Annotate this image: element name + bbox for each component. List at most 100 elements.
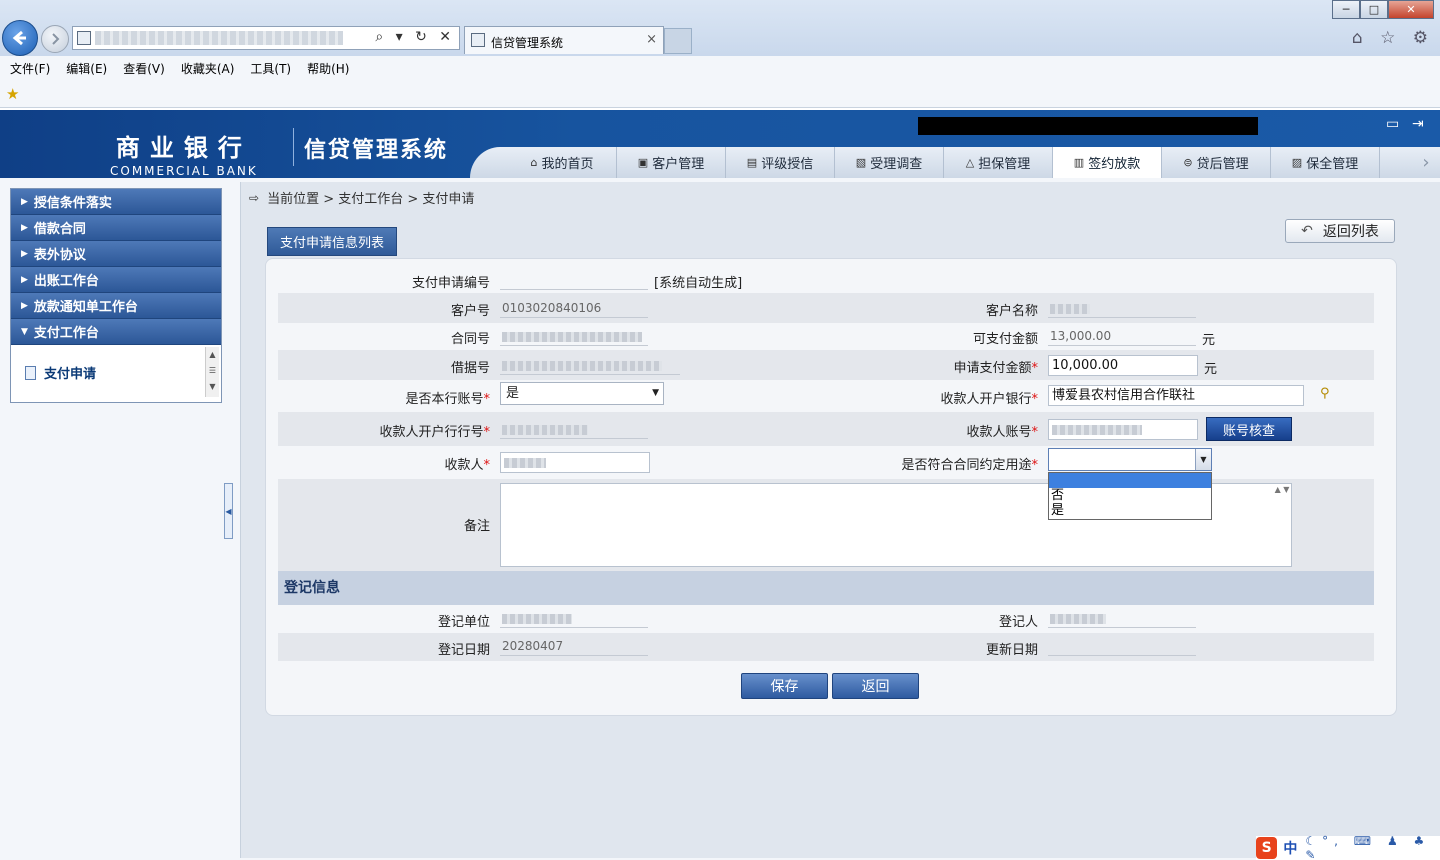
payee-bank-input[interactable]: 博爱县农村信用合作联社	[1048, 385, 1304, 406]
dropdown-option-no[interactable]: 否	[1049, 488, 1211, 503]
payee-account-label-text: 收款人账号	[966, 425, 1032, 440]
nav-signing-loan[interactable]: ▥ 签约放款	[1053, 147, 1162, 178]
payment-list-tab[interactable]: 支付申请信息列表	[267, 227, 398, 256]
menu-edit[interactable]: 编辑(E)	[66, 60, 107, 77]
sidebar-item-label: 支付工作台	[33, 326, 99, 341]
loan-no-value	[500, 355, 680, 375]
payment-form: 支付申请编号 [系统自动生成] 客户号 0103020840106 客户名称 合…	[265, 258, 1397, 716]
monitor-icon[interactable]: ▭	[1386, 116, 1399, 132]
maximize-button[interactable]: □	[1360, 0, 1388, 19]
back-to-list-button[interactable]: ↶ 返回列表	[1285, 219, 1395, 243]
required-mark: *	[1031, 458, 1039, 473]
redacted-text	[502, 331, 642, 342]
form-row-payee: 收款人* 是否符合合同约定用途* ▼ 否 是	[278, 446, 1374, 520]
address-tools[interactable]: ⌕ ▾ ↻ ✕	[375, 29, 455, 45]
required-mark: *	[1031, 392, 1039, 407]
payee-bank-code-label-text: 收款人开户行行号	[379, 425, 484, 440]
address-bar[interactable]: ⌕ ▾ ↻ ✕	[72, 26, 460, 50]
address-url-redacted	[95, 31, 343, 45]
form-row-loan: 借据号 申请支付金额* 10,000.00 元	[278, 350, 1374, 380]
nav-label: 评级授信	[761, 157, 814, 172]
customer-icon: ▣	[637, 156, 649, 169]
payee-account-input[interactable]	[1048, 419, 1198, 440]
browser-tab[interactable]: 信贷管理系统 ×	[464, 26, 664, 54]
own-bank-account-select[interactable]: 是 ▼	[500, 382, 664, 405]
menu-help[interactable]: 帮助(H)	[307, 60, 349, 77]
post-loan-icon: ⊜	[1183, 156, 1193, 169]
nav-home[interactable]: ⌂ 我的首页	[508, 147, 617, 178]
payable-amount-unit: 元	[1202, 333, 1216, 348]
new-tab-button[interactable]	[664, 28, 692, 54]
sidebar-item-loan-contract[interactable]: ▶ 借款合同	[11, 215, 221, 241]
browser-titlebar: ⌕ ▾ ↻ ✕ 信贷管理系统 × ─ □ ✕ ⌂ ☆ ⚙	[0, 0, 1440, 56]
form-row-apply-no: 支付申请编号 [系统自动生成]	[278, 265, 1374, 295]
minimize-button[interactable]: ─	[1332, 0, 1360, 19]
nav-customer[interactable]: ▣ 客户管理	[617, 147, 726, 178]
payable-amount-label: 可支付金额	[972, 332, 1038, 347]
sidebar-subitem-payment-apply[interactable]: 支付申请	[25, 363, 96, 382]
system-title: 信贷管理系统	[304, 138, 449, 163]
chevron-down-icon: ▼	[652, 388, 659, 398]
preservation-icon: ▨	[1291, 156, 1303, 169]
purpose-match-select[interactable]: ▼	[1048, 448, 1212, 471]
dropdown-option-yes[interactable]: 是	[1049, 503, 1211, 518]
register-date-label: 登记日期	[437, 643, 490, 658]
menu-favorites[interactable]: 收藏夹(A)	[181, 60, 235, 77]
nav-label: 贷后管理	[1196, 157, 1249, 172]
ime-tool-icons[interactable]: ☾°, ⌨ ♟ ♣ ✎	[1305, 834, 1440, 860]
ime-chinese-mode[interactable]: 中	[1283, 838, 1297, 858]
nav-label: 保全管理	[1306, 157, 1359, 172]
menu-view[interactable]: 查看(V)	[123, 60, 165, 77]
sogou-ime-logo[interactable]: S	[1256, 837, 1278, 859]
sidebar-item-off-balance[interactable]: ▶ 表外协议	[11, 241, 221, 267]
back-arrow-icon	[12, 30, 26, 46]
sidebar-item-label: 出账工作台	[33, 274, 99, 289]
ime-toolbar: S 中 ☾°, ⌨ ♟ ♣ ✎	[1256, 834, 1440, 860]
home-favorites-settings-icons[interactable]: ⌂ ☆ ⚙	[1352, 28, 1434, 48]
save-button[interactable]: 保存	[741, 673, 828, 699]
register-date-value: 20280407	[500, 636, 648, 656]
logout-icon[interactable]: ⇥	[1412, 116, 1424, 132]
return-button[interactable]: 返回	[832, 673, 919, 699]
nav-investigation[interactable]: ▧ 受理调查	[835, 147, 944, 178]
undo-arrow-icon: ↶	[1301, 223, 1313, 239]
nav-rating[interactable]: ▤ 评级授信	[726, 147, 835, 178]
sidebar-item-loan-notice-desk[interactable]: ▶ 放款通知单工作台	[11, 293, 221, 319]
menu-file[interactable]: 文件(F)	[10, 60, 50, 77]
back-button[interactable]	[2, 20, 38, 56]
sidebar-item-payment-desk[interactable]: ▼ 支付工作台	[11, 319, 221, 345]
nav-next-chevron-icon[interactable]: ›	[1412, 147, 1440, 178]
account-verify-button[interactable]: 账号核查	[1206, 417, 1292, 441]
chevron-down-icon: ▼	[21, 326, 28, 337]
tab-close-icon[interactable]: ×	[646, 32, 657, 47]
dropdown-option-empty[interactable]	[1049, 473, 1211, 488]
back-to-list-label: 返回列表	[1322, 224, 1379, 240]
required-mark: *	[483, 392, 491, 407]
chevron-down-icon[interactable]: ▼	[1195, 449, 1211, 470]
tab-favicon	[471, 33, 485, 47]
remark-scrollbar[interactable]: ▲ ▼	[1274, 485, 1290, 565]
apply-amount-input[interactable]: 10,000.00	[1048, 355, 1198, 376]
close-window-button[interactable]: ✕	[1388, 0, 1434, 19]
payee-input[interactable]	[500, 452, 650, 473]
menu-tools[interactable]: 工具(T)	[250, 60, 291, 77]
sidebar-item-disbursement-desk[interactable]: ▶ 出账工作台	[11, 267, 221, 293]
forward-button[interactable]	[41, 25, 69, 53]
nav-preservation[interactable]: ▨ 保全管理	[1271, 147, 1380, 178]
rating-icon: ▤	[746, 156, 758, 169]
nav-label: 我的首页	[541, 157, 594, 172]
payable-amount-value: 13,000.00	[1048, 326, 1196, 346]
sidebar-collapse-handle[interactable]: ◀	[224, 483, 233, 539]
form-row-contract: 合同号 可支付金额 13,000.00 元	[278, 321, 1374, 351]
chevron-right-icon: ▶	[21, 248, 28, 259]
contract-no-value	[500, 326, 648, 346]
favorites-star-icon[interactable]: ★	[6, 85, 19, 103]
chevron-right-icon: ▶	[21, 222, 28, 233]
nav-post-loan[interactable]: ⊜ 贷后管理	[1162, 147, 1271, 178]
nav-guarantee[interactable]: △ 担保管理	[944, 147, 1053, 178]
sidebar-scrollbar[interactable]: ▲ ☰ ▼	[205, 347, 219, 397]
customer-no-value: 0103020840106	[500, 298, 648, 318]
nav-label: 签约放款	[1088, 157, 1141, 172]
search-icon[interactable]: ⚲	[1320, 386, 1330, 401]
sidebar-item-credit-conditions[interactable]: ▶ 授信条件落实	[11, 189, 221, 215]
